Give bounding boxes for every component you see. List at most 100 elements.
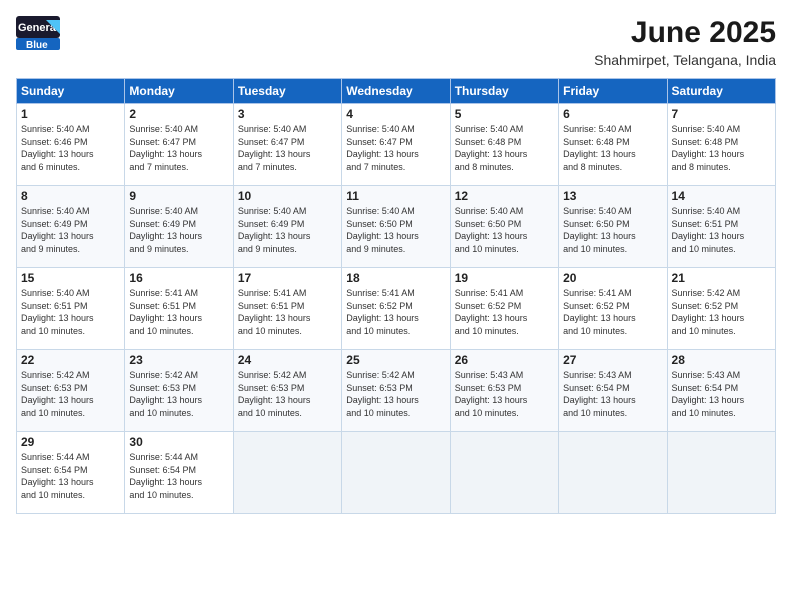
day-info: Sunrise: 5:43 AM Sunset: 6:53 PM Dayligh… [455, 369, 554, 419]
calendar-header-saturday: Saturday [667, 79, 775, 104]
day-number: 17 [238, 271, 337, 285]
day-info: Sunrise: 5:41 AM Sunset: 6:51 PM Dayligh… [129, 287, 228, 337]
calendar-header-wednesday: Wednesday [342, 79, 450, 104]
subtitle: Shahmirpet, Telangana, India [594, 52, 776, 68]
day-number: 25 [346, 353, 445, 367]
day-number: 5 [455, 107, 554, 121]
calendar-week-row: 22Sunrise: 5:42 AM Sunset: 6:53 PM Dayli… [17, 350, 776, 432]
calendar-cell [342, 432, 450, 514]
day-info: Sunrise: 5:42 AM Sunset: 6:53 PM Dayligh… [346, 369, 445, 419]
calendar-header-thursday: Thursday [450, 79, 558, 104]
calendar-cell: 4 Sunrise: 5:40 AM Sunset: 6:47 PM Daylig… [342, 104, 450, 186]
day-number: 3 [238, 107, 337, 121]
day-number: 7 [672, 107, 771, 121]
day-number: 16 [129, 271, 228, 285]
calendar-cell: 11 Sunrise: 5:40 AM Sunset: 6:50 PM Dayli… [342, 186, 450, 268]
day-number: 27 [563, 353, 662, 367]
calendar-cell: 1 Sunrise: 5:40 AM Sunset: 6:46 PM Daylig… [17, 104, 125, 186]
day-number: 30 [129, 435, 228, 449]
day-info: Sunrise: 5:42 AM Sunset: 6:52 PM Dayligh… [672, 287, 771, 337]
calendar-cell: 23 Sunrise: 5:42 AM Sunset: 6:53 PM Dayli… [125, 350, 233, 432]
day-number: 24 [238, 353, 337, 367]
day-number: 21 [672, 271, 771, 285]
calendar-cell: 6Sunrise: 5:40 AM Sunset: 6:48 PM Daylig… [559, 104, 667, 186]
calendar-header-monday: Monday [125, 79, 233, 104]
calendar-cell: 29 Sunrise: 5:44 AM Sunset: 6:54 PM Dayli… [17, 432, 125, 514]
calendar-cell [233, 432, 341, 514]
calendar-cell: 15 Sunrise: 5:40 AM Sunset: 6:51 PM Dayli… [17, 268, 125, 350]
title-block: June 2025 Shahmirpet, Telangana, India [594, 16, 776, 68]
calendar-cell: 16 Sunrise: 5:41 AM Sunset: 6:51 PM Dayli… [125, 268, 233, 350]
day-number: 23 [129, 353, 228, 367]
day-info: Sunrise: 5:40 AM Sunset: 6:47 PM Dayligh… [238, 123, 337, 173]
day-number: 10 [238, 189, 337, 203]
calendar-cell [667, 432, 775, 514]
day-info: Sunrise: 5:40 AM Sunset: 6:49 PM Dayligh… [129, 205, 228, 255]
calendar-cell: 8 Sunrise: 5:40 AM Sunset: 6:49 PM Daylig… [17, 186, 125, 268]
day-info: Sunrise: 5:40 AM Sunset: 6:48 PM Dayligh… [563, 123, 662, 173]
day-info: Sunrise: 5:40 AM Sunset: 6:47 PM Dayligh… [346, 123, 445, 173]
day-info: Sunrise: 5:42 AM Sunset: 6:53 PM Dayligh… [21, 369, 120, 419]
day-number: 8 [21, 189, 120, 203]
calendar-cell: 5 Sunrise: 5:40 AM Sunset: 6:48 PM Daylig… [450, 104, 558, 186]
calendar-cell: 28 Sunrise: 5:43 AM Sunset: 6:54 PM Dayli… [667, 350, 775, 432]
day-info: Sunrise: 5:40 AM Sunset: 6:51 PM Dayligh… [21, 287, 120, 337]
day-number: 13 [563, 189, 662, 203]
calendar-week-row: 15 Sunrise: 5:40 AM Sunset: 6:51 PM Dayli… [17, 268, 776, 350]
day-number: 29 [21, 435, 120, 449]
day-number: 26 [455, 353, 554, 367]
calendar-page: General Blue June 2025 Shahmirpet, Telan… [0, 0, 792, 612]
day-info: Sunrise: 5:43 AM Sunset: 6:54 PM Dayligh… [563, 369, 662, 419]
day-number: 4 [346, 107, 445, 121]
day-number: 20 [563, 271, 662, 285]
main-title: June 2025 [594, 16, 776, 50]
day-info: Sunrise: 5:42 AM Sunset: 6:53 PM Dayligh… [238, 369, 337, 419]
day-number: 18 [346, 271, 445, 285]
day-info: Sunrise: 5:40 AM Sunset: 6:51 PM Dayligh… [672, 205, 771, 255]
day-number: 2 [129, 107, 228, 121]
svg-text:Blue: Blue [26, 40, 48, 50]
day-info: Sunrise: 5:40 AM Sunset: 6:48 PM Dayligh… [672, 123, 771, 173]
calendar-cell: 10Sunrise: 5:40 AM Sunset: 6:49 PM Dayli… [233, 186, 341, 268]
calendar-cell: 22Sunrise: 5:42 AM Sunset: 6:53 PM Dayli… [17, 350, 125, 432]
day-info: Sunrise: 5:40 AM Sunset: 6:48 PM Dayligh… [455, 123, 554, 173]
calendar-cell: 24 Sunrise: 5:42 AM Sunset: 6:53 PM Dayli… [233, 350, 341, 432]
calendar-cell: 7 Sunrise: 5:40 AM Sunset: 6:48 PM Daylig… [667, 104, 775, 186]
calendar-week-row: 8 Sunrise: 5:40 AM Sunset: 6:49 PM Daylig… [17, 186, 776, 268]
day-info: Sunrise: 5:41 AM Sunset: 6:52 PM Dayligh… [455, 287, 554, 337]
day-number: 28 [672, 353, 771, 367]
calendar-cell: 26 Sunrise: 5:43 AM Sunset: 6:53 PM Dayli… [450, 350, 558, 432]
day-number: 9 [129, 189, 228, 203]
calendar-cell: 27 Sunrise: 5:43 AM Sunset: 6:54 PM Dayli… [559, 350, 667, 432]
day-number: 11 [346, 189, 445, 203]
day-info: Sunrise: 5:40 AM Sunset: 6:50 PM Dayligh… [346, 205, 445, 255]
day-info: Sunrise: 5:40 AM Sunset: 6:50 PM Dayligh… [455, 205, 554, 255]
calendar-cell: 14Sunrise: 5:40 AM Sunset: 6:51 PM Dayli… [667, 186, 775, 268]
day-info: Sunrise: 5:44 AM Sunset: 6:54 PM Dayligh… [21, 451, 120, 501]
calendar-header-tuesday: Tuesday [233, 79, 341, 104]
calendar-week-row: 1 Sunrise: 5:40 AM Sunset: 6:46 PM Daylig… [17, 104, 776, 186]
calendar-header-friday: Friday [559, 79, 667, 104]
calendar-cell: 2Sunrise: 5:40 AM Sunset: 6:47 PM Daylig… [125, 104, 233, 186]
logo-icon: General Blue [16, 16, 60, 50]
day-info: Sunrise: 5:40 AM Sunset: 6:49 PM Dayligh… [21, 205, 120, 255]
calendar-table: SundayMondayTuesdayWednesdayThursdayFrid… [16, 78, 776, 514]
calendar-cell: 25 Sunrise: 5:42 AM Sunset: 6:53 PM Dayli… [342, 350, 450, 432]
calendar-cell: 20Sunrise: 5:41 AM Sunset: 6:52 PM Dayli… [559, 268, 667, 350]
calendar-cell [559, 432, 667, 514]
day-info: Sunrise: 5:41 AM Sunset: 6:52 PM Dayligh… [346, 287, 445, 337]
calendar-cell: 18 Sunrise: 5:41 AM Sunset: 6:52 PM Dayli… [342, 268, 450, 350]
day-info: Sunrise: 5:42 AM Sunset: 6:53 PM Dayligh… [129, 369, 228, 419]
day-number: 1 [21, 107, 120, 121]
calendar-cell: 17Sunrise: 5:41 AM Sunset: 6:51 PM Dayli… [233, 268, 341, 350]
calendar-week-row: 29 Sunrise: 5:44 AM Sunset: 6:54 PM Dayli… [17, 432, 776, 514]
day-info: Sunrise: 5:40 AM Sunset: 6:46 PM Dayligh… [21, 123, 120, 173]
day-number: 12 [455, 189, 554, 203]
page-header: General Blue June 2025 Shahmirpet, Telan… [16, 16, 776, 68]
day-info: Sunrise: 5:44 AM Sunset: 6:54 PM Dayligh… [129, 451, 228, 501]
day-number: 15 [21, 271, 120, 285]
day-number: 19 [455, 271, 554, 285]
calendar-cell: 13Sunrise: 5:40 AM Sunset: 6:50 PM Dayli… [559, 186, 667, 268]
day-info: Sunrise: 5:43 AM Sunset: 6:54 PM Dayligh… [672, 369, 771, 419]
calendar-header-row: SundayMondayTuesdayWednesdayThursdayFrid… [17, 79, 776, 104]
